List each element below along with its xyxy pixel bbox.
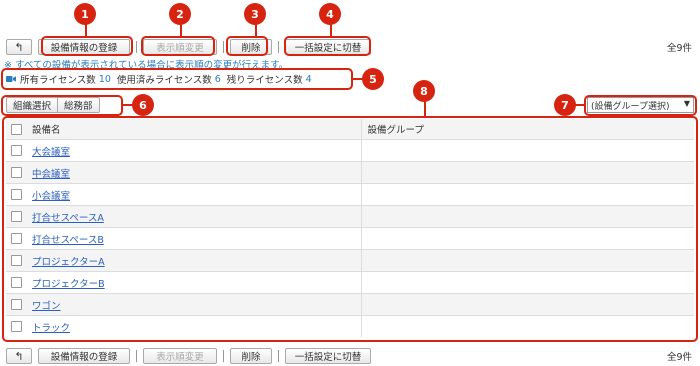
- highlight-bulk: [284, 36, 371, 56]
- back-icon[interactable]: ↰: [6, 39, 32, 55]
- separator: [223, 41, 224, 53]
- item-count: 全9件: [666, 352, 692, 363]
- item-count: 全9件: [666, 43, 692, 54]
- highlight-table: [2, 116, 698, 342]
- leader-line: [255, 24, 257, 37]
- bulk-setting-button[interactable]: 一括設定に切替: [285, 348, 371, 364]
- highlight-group-select: [584, 95, 697, 116]
- bottom-toolbar: ↰ 設備情報の登録 表示順変更 削除 一括設定に切替: [6, 347, 371, 365]
- marker-5: 5: [362, 68, 384, 90]
- separator: [136, 41, 137, 53]
- highlight-org: [1, 95, 123, 116]
- marker-2: 2: [169, 3, 191, 25]
- marker-8: 8: [413, 80, 435, 102]
- highlight-register: [41, 36, 133, 56]
- marker-4: 4: [319, 3, 341, 25]
- marker-1: 1: [74, 3, 96, 25]
- marker-3: 3: [244, 3, 266, 25]
- leader-line: [424, 100, 426, 117]
- register-facility-button[interactable]: 設備情報の登録: [38, 348, 130, 364]
- separator: [278, 350, 279, 362]
- separator: [278, 41, 279, 53]
- separator: [223, 350, 224, 362]
- highlight-delete: [226, 36, 268, 56]
- highlight-license: [1, 68, 353, 90]
- highlight-reorder: [141, 36, 215, 56]
- back-icon[interactable]: ↰: [6, 348, 32, 364]
- reorder-button[interactable]: 表示順変更: [143, 348, 217, 364]
- delete-button[interactable]: 削除: [230, 348, 272, 364]
- leader-line: [180, 24, 182, 37]
- separator: [136, 350, 137, 362]
- leader-line: [330, 24, 332, 37]
- marker-7: 7: [554, 94, 576, 116]
- marker-6: 6: [132, 94, 154, 116]
- leader-line: [85, 24, 87, 37]
